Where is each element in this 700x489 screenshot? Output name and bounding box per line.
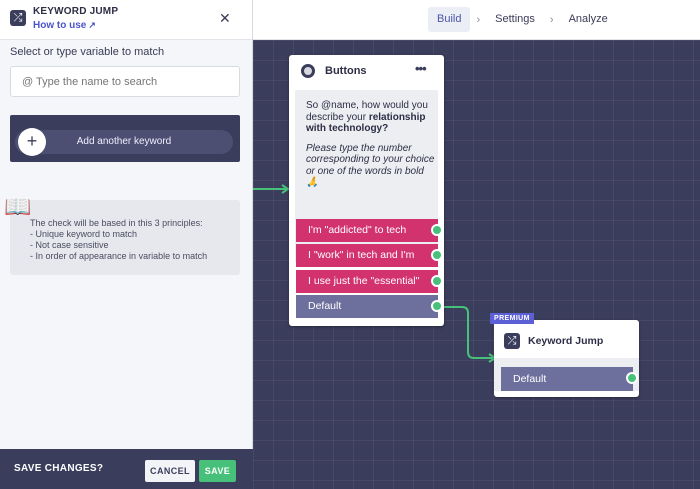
output-port[interactable]	[431, 224, 443, 236]
keyword-list: + Add another keyword	[10, 115, 240, 162]
option-button-1[interactable]: I'm "addicted" to tech	[296, 219, 438, 242]
keyword-jump-node-title: Keyword Jump	[528, 335, 604, 347]
option-button-3[interactable]: I use just the "essential"	[296, 270, 438, 293]
save-bar: SAVE CHANGES? CANCEL SAVE	[0, 449, 253, 489]
save-button[interactable]: SAVE	[199, 460, 236, 482]
close-icon[interactable]: ✕	[219, 10, 231, 26]
how-to-use-link[interactable]: How to use ↗	[33, 20, 96, 31]
output-port[interactable]	[431, 300, 443, 312]
panel-title: KEYWORD JUMP	[33, 6, 119, 17]
tab-settings[interactable]: Settings	[486, 7, 544, 32]
chevron-right-icon: ›	[476, 13, 481, 26]
output-port[interactable]	[431, 249, 443, 261]
shuffle-icon: ⤮	[504, 333, 520, 349]
add-keyword-button[interactable]: + Add another keyword	[15, 128, 233, 156]
buttons-node-header: Buttons •••	[289, 55, 444, 88]
add-keyword-label: Add another keyword	[76, 136, 172, 147]
buttons-node-icon	[301, 64, 315, 78]
tab-analyze[interactable]: Analyze	[560, 7, 617, 32]
book-icon: 📖	[4, 194, 32, 219]
more-options-icon[interactable]: •••	[415, 61, 427, 76]
output-port[interactable]	[431, 275, 443, 287]
message-italic: Please type the number corresponding to …	[306, 142, 435, 189]
premium-badge: PREMIUM	[490, 313, 534, 324]
info-line: The check will be based in this 3 princi…	[30, 218, 203, 228]
shuffle-icon: ⤮	[10, 10, 26, 26]
cancel-button[interactable]: CANCEL	[145, 460, 195, 482]
option-button-2[interactable]: I "work" in tech and I'm	[296, 244, 438, 267]
keyword-jump-default[interactable]: Default	[501, 367, 633, 391]
message-text: So @name, how would you describe your re…	[306, 100, 436, 189]
tab-build[interactable]: Build	[428, 7, 471, 32]
how-to-use-label: How to use	[33, 20, 87, 31]
output-port[interactable]	[626, 372, 638, 384]
info-box: The check will be based in this 3 princi…	[10, 200, 240, 275]
external-link-icon: ↗	[88, 20, 96, 30]
chevron-right-icon: ›	[549, 13, 554, 26]
flow-nav: Build › Settings › Analyze	[428, 7, 617, 32]
keyword-jump-panel: ⤮ KEYWORD JUMP How to use ↗ ✕ Select or t…	[0, 0, 253, 489]
variable-search-input[interactable]	[10, 66, 240, 97]
info-line: - Unique keyword to match	[30, 229, 138, 239]
info-line: - Not case sensitive	[30, 240, 109, 250]
panel-header: ⤮ KEYWORD JUMP How to use ↗ ✕	[0, 0, 252, 40]
save-changes-label: SAVE CHANGES?	[14, 463, 104, 474]
info-line: - In order of appearance in variable to …	[30, 251, 208, 261]
option-default[interactable]: Default	[296, 295, 438, 318]
buttons-node-title: Buttons	[325, 65, 367, 77]
select-variable-label: Select or type variable to match	[10, 46, 165, 58]
